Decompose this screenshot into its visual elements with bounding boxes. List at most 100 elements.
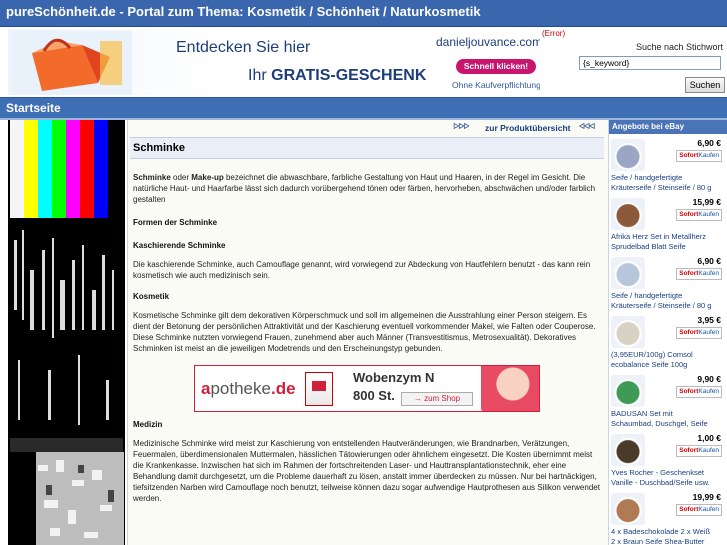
buy-now-label: Kaufen bbox=[698, 388, 719, 395]
buy-now-label-red: Sofort bbox=[679, 152, 699, 159]
product-overview-link[interactable]: zur Produktübersicht bbox=[485, 123, 570, 133]
site-title: pureSchönheit.de - Portal zum Thema: Kos… bbox=[6, 4, 481, 19]
gift-bag-image bbox=[12, 31, 132, 95]
banner-cta-button[interactable]: Schnell klicken! bbox=[456, 59, 536, 74]
item-title-line-2: Kräuterseife / Steinseife / 80 g bbox=[611, 301, 712, 310]
banner-line-1: Entdecken Sie hier bbox=[176, 39, 311, 56]
article-title-bar: Schminke bbox=[130, 137, 604, 159]
apotheke-ad[interactable]: apotheke.de Wobenzym N 800 St. → zum Sho… bbox=[194, 365, 540, 412]
item-title-line-1: (3,95EUR/100g) Comsol bbox=[611, 350, 693, 359]
test-pattern-image bbox=[8, 120, 125, 545]
item-title-line-2: Schaumbad, Duschgel, Seife bbox=[611, 419, 708, 428]
heading-formen: Formen der Schminke bbox=[133, 218, 218, 227]
article-title: Schminke bbox=[133, 142, 185, 154]
product-pack-image bbox=[305, 372, 333, 406]
ad-product-name: Wobenzym N bbox=[353, 370, 435, 385]
item-title-line-1: Seife / handgefertigte bbox=[611, 291, 683, 300]
item-title-line-1: Afrika Herz Set in Metallherz bbox=[611, 232, 707, 241]
buy-now-label-red: Sofort bbox=[679, 388, 699, 395]
buy-now-label-red: Sofort bbox=[679, 270, 699, 277]
product-thumbnail[interactable] bbox=[611, 375, 645, 407]
banner-note: Ohne Kaufverpflichtung bbox=[452, 80, 540, 90]
buy-now-button[interactable]: SofortKaufen bbox=[676, 209, 722, 221]
brand-logo: danieljouvance.com bbox=[436, 35, 540, 49]
ebay-item[interactable]: 1,00 € SofortKaufen Yves Rocher - Geschenk… bbox=[609, 430, 727, 489]
item-price: 19,99 € bbox=[692, 492, 721, 502]
paragraph-kosmetik: Kosmetische Schminke gilt dem dekorative… bbox=[133, 311, 596, 353]
item-title-line-2: ecobalance Seife 100g bbox=[611, 360, 688, 369]
left-column-image bbox=[8, 120, 125, 545]
ebay-item[interactable]: 6,90 € SofortKaufen Seife / handgefertigte… bbox=[609, 253, 727, 312]
search-input[interactable] bbox=[579, 56, 721, 70]
item-title-line-1: Yves Rocher - Geschenkset bbox=[611, 468, 704, 477]
item-title[interactable]: Seife / handgefertigte Kräuterseife / Ste… bbox=[611, 173, 727, 193]
error-link[interactable]: (Error) bbox=[542, 29, 565, 38]
item-price: 15,99 € bbox=[692, 197, 721, 207]
buy-now-label: Kaufen bbox=[698, 447, 719, 454]
ad-product-qty: 800 St. bbox=[353, 388, 395, 403]
item-price: 6,90 € bbox=[697, 138, 721, 148]
buy-now-label-red: Sofort bbox=[679, 329, 699, 336]
buy-now-button[interactable]: SofortKaufen bbox=[676, 504, 722, 516]
ebay-item[interactable]: 19,99 € SofortKaufen 4 x Badeschokolade 2 … bbox=[609, 489, 727, 545]
item-title[interactable]: Yves Rocher - Geschenkset Vanille - Dusch… bbox=[611, 468, 727, 488]
item-title[interactable]: (3,95EUR/100g) Comsol ecobalance Seife 10… bbox=[611, 350, 727, 370]
search-label: Suche nach Stichwort bbox=[635, 42, 723, 52]
item-title[interactable]: Afrika Herz Set in Metallherz Sprudelbad … bbox=[611, 232, 727, 252]
item-title[interactable]: 4 x Badeschokolade 2 x Weiß 2 x Braun Sei… bbox=[611, 527, 727, 545]
ebay-header: Angebote bei eBay bbox=[609, 120, 727, 134]
search-button[interactable]: Suchen bbox=[685, 77, 725, 93]
product-thumbnail[interactable] bbox=[611, 493, 645, 525]
ebay-item[interactable]: 15,99 € SofortKaufen Afrika Herz Set in Me… bbox=[609, 194, 727, 253]
product-thumbnail[interactable] bbox=[611, 257, 645, 289]
buy-now-label-red: Sofort bbox=[679, 447, 699, 454]
apotheke-logo: apotheke.de bbox=[201, 379, 296, 398]
buy-now-label-red: Sofort bbox=[679, 506, 699, 513]
arrow-right-icon: ᐅᐅᐅ bbox=[453, 122, 470, 131]
buy-now-button[interactable]: SofortKaufen bbox=[676, 150, 722, 162]
item-title-line-2: 2 x Braun Seife Shea-Butter bbox=[611, 537, 705, 545]
buy-now-label: Kaufen bbox=[698, 506, 719, 513]
item-price: 9,90 € bbox=[697, 374, 721, 384]
item-title-line-1: Seife / handgefertigte bbox=[611, 173, 683, 182]
item-title[interactable]: Seife / handgefertigte Kräuterseife / Ste… bbox=[611, 291, 727, 311]
product-thumbnail[interactable] bbox=[611, 139, 645, 171]
item-price: 6,90 € bbox=[697, 256, 721, 266]
ad-model-image bbox=[481, 366, 539, 411]
item-price: 3,95 € bbox=[697, 315, 721, 325]
nav-home-link[interactable]: Startseite bbox=[6, 101, 61, 115]
ebay-item[interactable]: 9,90 € SofortKaufen BADUSAN Set mit Schaumb… bbox=[609, 371, 727, 430]
item-title-line-2: Kräuterseife / Steinseife / 80 g bbox=[611, 183, 712, 192]
buy-now-button[interactable]: SofortKaufen bbox=[676, 268, 722, 280]
ebay-item[interactable]: 6,90 € SofortKaufen Seife / handgefertigte… bbox=[609, 135, 727, 194]
nav-bar: Startseite bbox=[0, 97, 727, 119]
buy-now-button[interactable]: SofortKaufen bbox=[676, 445, 722, 457]
ebay-item[interactable]: 3,95 € SofortKaufen (3,95EUR/100g) Comsol e… bbox=[609, 312, 727, 371]
item-title[interactable]: BADUSAN Set mit Schaumbad, Duschgel, Seif… bbox=[611, 409, 727, 429]
buy-now-button[interactable]: SofortKaufen bbox=[676, 386, 722, 398]
item-title-line-1: BADUSAN Set mit bbox=[611, 409, 673, 418]
product-overview-bar: ᐅᐅᐅ zur Produktübersicht ᐊᐊᐊ bbox=[453, 122, 605, 135]
item-title-line-1: 4 x Badeschokolade 2 x Weiß bbox=[611, 527, 711, 536]
heading-kosmetik: Kosmetik bbox=[133, 292, 170, 301]
product-thumbnail[interactable] bbox=[611, 316, 645, 348]
buy-now-label: Kaufen bbox=[698, 152, 719, 159]
item-price: 1,00 € bbox=[697, 433, 721, 443]
item-title-line-2: Sprudelbad Blatt Seife bbox=[611, 242, 686, 251]
intro-paragraph: Schminke oder Make-up bezeichnet die abw… bbox=[133, 173, 596, 204]
buy-now-label: Kaufen bbox=[698, 211, 719, 218]
ad-banner[interactable]: Entdecken Sie hier Ihr GRATIS-GESCHENK d… bbox=[8, 29, 540, 95]
heading-kaschierend: Kaschierende Schminke bbox=[133, 241, 226, 250]
buy-now-label: Kaufen bbox=[698, 329, 719, 336]
product-thumbnail[interactable] bbox=[611, 198, 645, 230]
arrow-left-icon: ᐊᐊᐊ bbox=[579, 122, 596, 131]
buy-now-button[interactable]: SofortKaufen bbox=[676, 327, 722, 339]
paragraph-medizin: Medizinische Schminke wird meist zur Kas… bbox=[133, 439, 600, 503]
ad-shop-button[interactable]: → zum Shop bbox=[401, 392, 473, 406]
product-thumbnail[interactable] bbox=[611, 434, 645, 466]
buy-now-label-red: Sofort bbox=[679, 211, 699, 218]
item-title-line-2: Vanille - Duschbad/Seife usw. bbox=[611, 478, 710, 487]
top-bar: pureSchönheit.de - Portal zum Thema: Kos… bbox=[0, 0, 727, 27]
paragraph-kaschierend: Die kaschierende Schminke, auch Camoufla… bbox=[133, 260, 591, 280]
buy-now-label: Kaufen bbox=[698, 270, 719, 277]
